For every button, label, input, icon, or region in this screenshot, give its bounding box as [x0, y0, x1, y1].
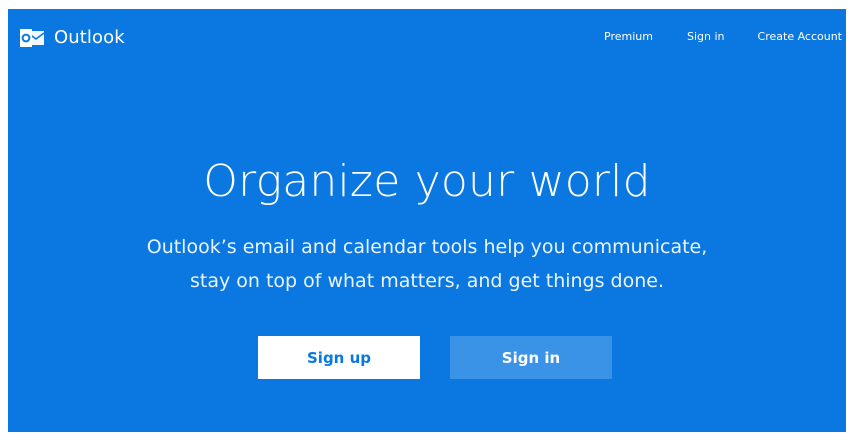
header: Outlook Premium Sign in Create Account: [8, 9, 846, 63]
sign-in-button[interactable]: Sign in: [450, 336, 612, 379]
hero-title: Organize your world: [203, 156, 651, 207]
page-frame: Outlook Premium Sign in Create Account O…: [8, 9, 846, 432]
top-nav: Premium Sign in Create Account: [604, 30, 842, 43]
brand[interactable]: Outlook: [20, 28, 125, 48]
nav-create-account-link[interactable]: Create Account: [758, 30, 842, 43]
nav-sign-in-link[interactable]: Sign in: [687, 30, 725, 43]
hero-subtitle-line-2: stay on top of what matters, and get thi…: [189, 270, 665, 292]
hero-subtitle: Outlook’s email and calendar tools help …: [8, 230, 846, 298]
outlook-logo-icon: [20, 29, 45, 47]
brand-name: Outlook: [54, 27, 125, 48]
sign-up-button[interactable]: Sign up: [258, 336, 420, 379]
hero-subtitle-line-1: Outlook’s email and calendar tools help …: [146, 236, 708, 258]
nav-premium-link[interactable]: Premium: [604, 30, 653, 43]
